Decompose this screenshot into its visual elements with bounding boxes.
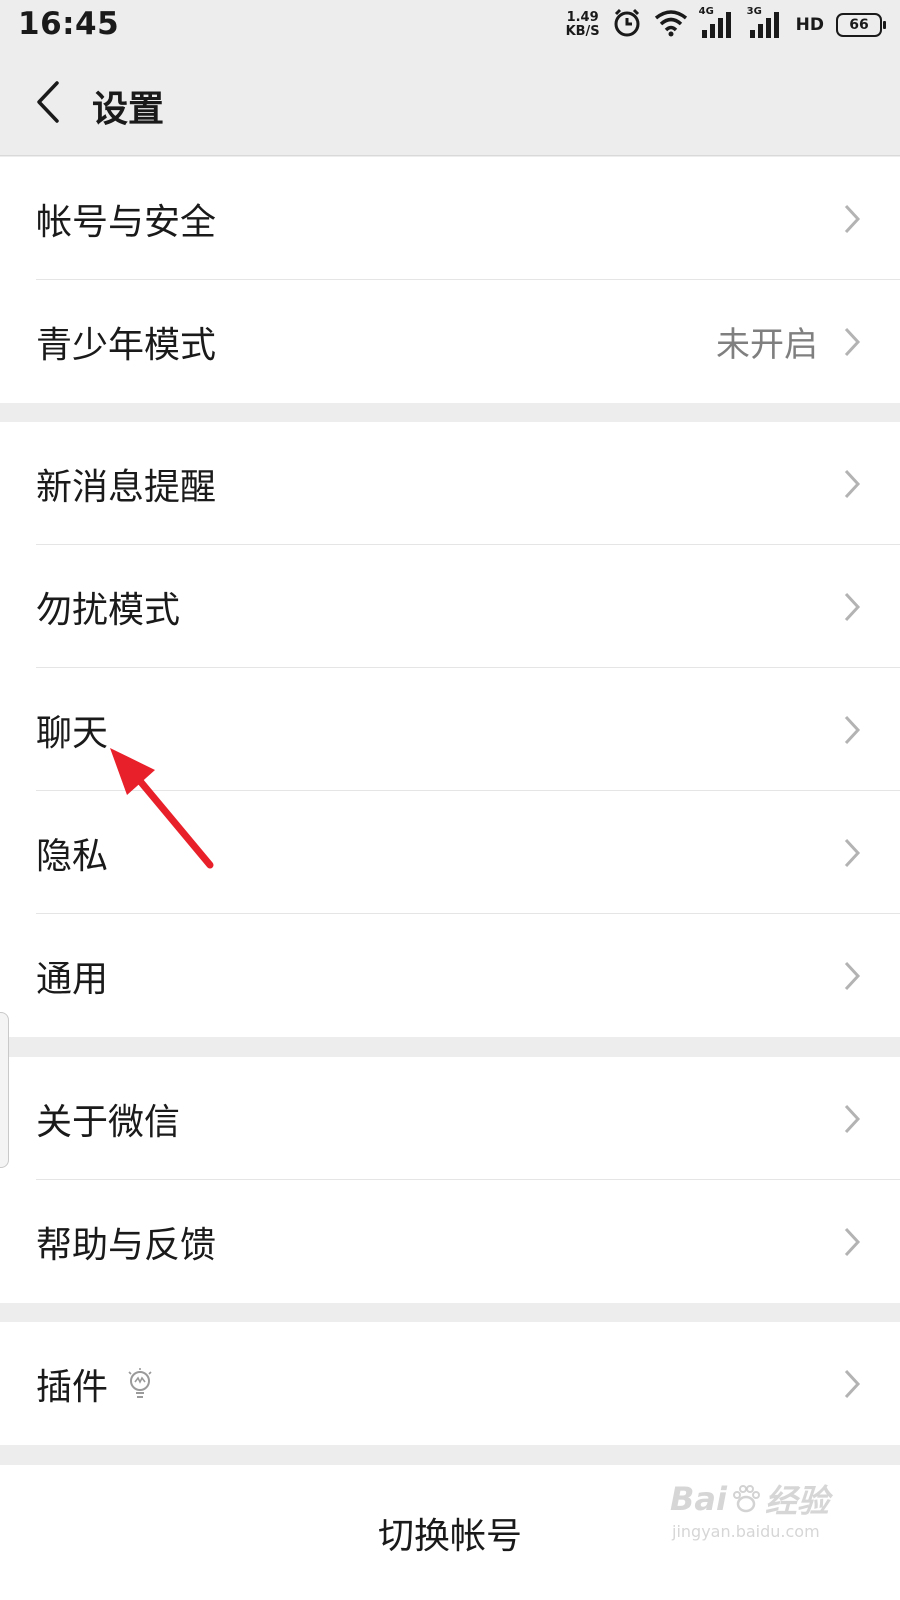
- settings-item-label: 帮助与反馈: [36, 1224, 217, 1266]
- chevron-right-icon: [844, 469, 861, 499]
- chevron-right-icon: [844, 838, 861, 868]
- chevron-right-icon: [844, 592, 861, 622]
- settings-item-label: 关于微信: [36, 1101, 181, 1143]
- lightbulb-icon: [128, 1367, 152, 1398]
- side-drawer-handle[interactable]: [0, 1012, 9, 1168]
- settings-item-account-security[interactable]: 帐号与安全: [0, 157, 900, 280]
- watermark-brand: Bai: [670, 1480, 727, 1518]
- alarm-icon: [612, 8, 642, 42]
- settings-item-label: 新消息提醒: [36, 466, 217, 508]
- settings-item-label: 青少年模式: [36, 324, 217, 366]
- chevron-right-icon: [844, 204, 861, 234]
- settings-item-do-not-disturb[interactable]: 勿扰模式: [0, 545, 900, 668]
- watermark-logo: Bai 经验: [670, 1476, 829, 1522]
- settings-group-account: 帐号与安全 青少年模式 未开启: [0, 157, 900, 403]
- settings-item-new-message-alerts[interactable]: 新消息提醒: [0, 422, 900, 545]
- settings-item-label: 帐号与安全: [36, 201, 217, 243]
- settings-item-label: 通用: [36, 958, 109, 1000]
- signal-4g-label: 4G: [698, 6, 714, 17]
- plugins-label: 插件: [36, 1366, 109, 1408]
- settings-item-teen-mode[interactable]: 青少年模式 未开启: [0, 280, 900, 403]
- back-arrow-icon: [37, 81, 59, 123]
- settings-group-about: 关于微信 帮助与反馈: [0, 1057, 900, 1303]
- baidu-jingyan-watermark: Bai 经验 jingyan.baidu.com: [670, 1476, 860, 1556]
- settings-item-about-wechat[interactable]: 关于微信: [0, 1057, 900, 1180]
- watermark-brand-cn: 经验: [764, 1482, 829, 1520]
- chevron-right-icon: [844, 327, 861, 357]
- switch-account-label: 切换帐号: [377, 1515, 522, 1557]
- settings-item-help-feedback[interactable]: 帮助与反馈: [0, 1180, 900, 1303]
- wifi-icon: [654, 9, 688, 41]
- paw-icon: [732, 1485, 760, 1513]
- chevron-right-icon: [844, 1227, 861, 1257]
- status-icons: 1.49 KB/S 4G 3G HD 66: [566, 6, 886, 44]
- chevron-right-icon: [844, 1104, 861, 1134]
- signal-3g-label: 3G: [746, 6, 762, 17]
- status-time: 16:45: [18, 6, 120, 42]
- status-bar: 16:45 1.49 KB/S 4G 3G HD 66: [0, 0, 900, 50]
- settings-item-general[interactable]: 通用: [0, 914, 900, 1037]
- signal-3g-icon: 3G: [747, 6, 784, 40]
- settings-item-label: 聊天: [36, 712, 109, 754]
- nav-bar: 设置: [0, 50, 900, 156]
- back-button[interactable]: [28, 78, 68, 126]
- hd-voice-icon: HD: [795, 15, 824, 35]
- settings-item-label: 隐私: [36, 835, 109, 877]
- battery-icon: 66: [836, 13, 886, 37]
- chevron-right-icon: [844, 715, 861, 745]
- page-title: 设置: [92, 89, 165, 130]
- network-speed-unit: KB/S: [565, 24, 600, 39]
- signal-4g-icon: 4G: [699, 6, 736, 40]
- settings-item-plugins[interactable]: 插件: [0, 1322, 900, 1445]
- settings-item-label: 勿扰模式: [36, 589, 181, 631]
- network-speed: 1.49 KB/S: [566, 11, 600, 39]
- settings-item-privacy[interactable]: 隐私: [0, 791, 900, 914]
- settings-item-label: 插件: [36, 1322, 154, 1445]
- chevron-right-icon: [844, 961, 861, 991]
- chevron-right-icon: [844, 1369, 861, 1399]
- battery-level: 66: [849, 17, 869, 33]
- watermark-url: jingyan.baidu.com: [672, 1522, 820, 1541]
- teen-mode-status: 未开启: [716, 325, 818, 365]
- settings-item-chat[interactable]: 聊天: [0, 668, 900, 791]
- settings-group-plugins: 插件: [0, 1322, 900, 1445]
- network-speed-value: 1.49: [566, 10, 599, 25]
- settings-group-messages: 新消息提醒 勿扰模式 聊天 隐私 通用: [0, 422, 900, 1037]
